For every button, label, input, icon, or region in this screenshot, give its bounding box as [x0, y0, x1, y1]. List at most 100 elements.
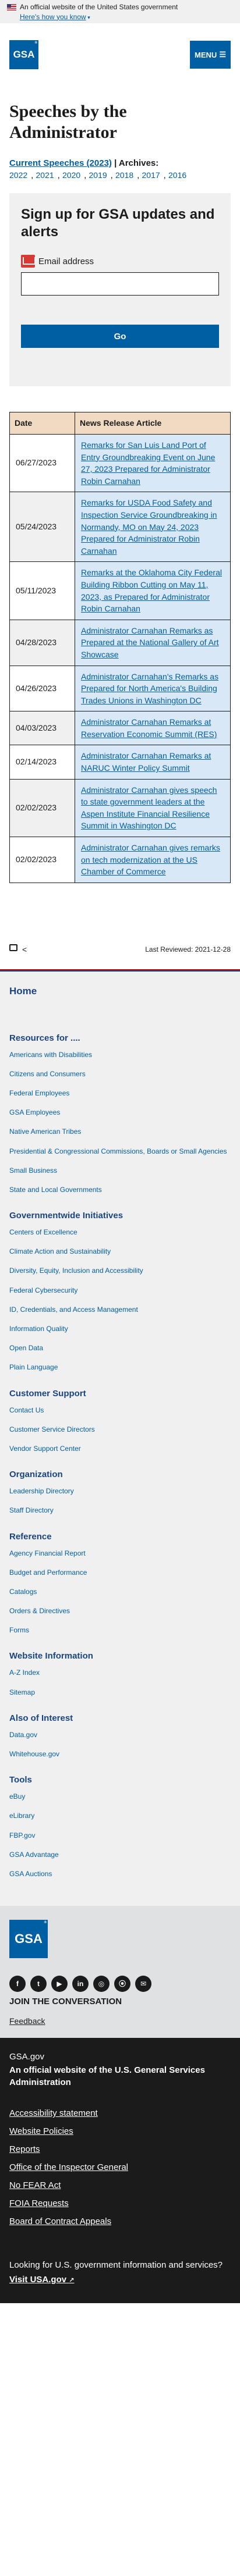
footer-list-item: Citizens and Consumers [9, 1069, 231, 1079]
footer-link[interactable]: State and Local Governments [9, 1186, 102, 1194]
footer-link[interactable]: Federal Employees [9, 1089, 69, 1097]
footer-link[interactable]: GSA Advantage [9, 1851, 59, 1859]
identifier-link[interactable]: Reports [9, 2144, 40, 2154]
footer-link[interactable]: Climate Action and Sustainability [9, 1247, 111, 1255]
menu-icon: ☰ [219, 50, 226, 59]
footer-link[interactable]: Customer Service Directors [9, 1425, 95, 1433]
footer-link[interactable]: Information Quality [9, 1325, 68, 1333]
footer-list-item: Diversity, Equity, Inclusion and Accessi… [9, 1266, 231, 1275]
row-date: 04/03/2023 [9, 711, 75, 746]
linkedin-icon[interactable]: in [72, 1976, 89, 1993]
site-header: GSA MENU☰ [0, 23, 240, 81]
print-icon[interactable] [9, 944, 17, 952]
identifier-link[interactable]: Accessibility statement [9, 2108, 98, 2118]
archive-year-link[interactable]: 2020 [62, 170, 80, 180]
archive-year-link[interactable]: 2018 [115, 170, 133, 180]
rss-icon[interactable]: ⦿ [114, 1976, 130, 1993]
looking-text: Looking for U.S. government information … [9, 2260, 223, 2271]
domain: GSA.gov [9, 2052, 45, 2062]
article-link[interactable]: Administrator Carnahan Remarks at Reserv… [81, 717, 217, 739]
footer-link[interactable]: Vendor Support Center [9, 1444, 81, 1453]
article-link[interactable]: Administrator Carnahan's Remarks as Prep… [81, 672, 218, 705]
archive-year-link[interactable]: 2016 [168, 170, 186, 180]
footer-link[interactable]: GSA Employees [9, 1108, 60, 1116]
heres-how-link[interactable]: Here's how you know [20, 13, 86, 21]
footer-link[interactable]: GSA Auctions [9, 1870, 52, 1878]
archive-year-link[interactable]: 2019 [89, 170, 107, 180]
article-link[interactable]: Administrator Carnahan Remarks as Prepar… [81, 626, 219, 659]
archive-year-link[interactable]: 2017 [142, 170, 160, 180]
footer-link[interactable]: Orders & Directives [9, 1607, 70, 1615]
identifier-link[interactable]: FOIA Requests [9, 2198, 69, 2208]
identifier-link[interactable]: Website Policies [9, 2126, 73, 2136]
feedback-link[interactable]: Feedback [9, 2016, 45, 2027]
footer-link[interactable]: Open Data [9, 1344, 43, 1352]
footer-home-link[interactable]: Home [9, 984, 231, 998]
footer-link[interactable]: Small Business [9, 1166, 57, 1175]
archive-year-link[interactable]: 2022 [9, 170, 27, 180]
footer-link[interactable]: Leadership Directory [9, 1487, 74, 1495]
footer-link[interactable]: Federal Cybersecurity [9, 1286, 77, 1294]
footer-link[interactable]: Americans with Disabilities [9, 1051, 92, 1059]
footer-section-heading: Also of Interest [9, 1713, 73, 1723]
footer-link[interactable]: Presidential & Congressional Commissions… [9, 1147, 227, 1155]
page-title: Speeches by the Administrator [9, 102, 127, 142]
footer-link[interactable]: Staff Directory [9, 1506, 54, 1514]
article-link[interactable]: Administrator Carnahan Remarks at NARUC … [81, 751, 211, 773]
email-icon[interactable]: ✉ [135, 1976, 151, 1993]
article-link[interactable]: Administrator Carnahan gives remarks on … [81, 843, 220, 876]
footer-link[interactable]: Contact Us [9, 1406, 44, 1414]
footer-link[interactable]: eBuy [9, 1792, 25, 1801]
footer-link[interactable]: Catalogs [9, 1588, 37, 1596]
row-article-cell: Remarks at the Oklahoma City Federal Bui… [75, 561, 231, 620]
visit-usagov-link[interactable]: Visit USA.gov ↗ [9, 2273, 74, 2286]
email-field[interactable] [21, 272, 219, 296]
twitter-icon[interactable]: t [30, 1976, 47, 1993]
share-icon[interactable]: < [22, 944, 27, 956]
footer-link[interactable]: A-Z Index [9, 1668, 40, 1677]
table-row: 02/02/2023 Administrator Carnahan gives r… [9, 837, 231, 883]
archive-year-link[interactable]: 2021 [36, 170, 54, 180]
instagram-icon[interactable]: ◎ [93, 1976, 110, 1993]
youtube-icon[interactable]: ▶ [51, 1976, 68, 1993]
article-link[interactable]: Remarks at the Oklahoma City Federal Bui… [81, 568, 222, 613]
footer-list-item: Presidential & Congressional Commissions… [9, 1147, 231, 1156]
table-row: 04/26/2023 Administrator Carnahan's Remar… [9, 665, 231, 712]
footer-link[interactable]: FBP.gov [9, 1831, 35, 1840]
footer-link[interactable]: ID, Credentials, and Access Management [9, 1305, 138, 1314]
go-button[interactable]: Go [21, 325, 219, 348]
footer-list-item: Centers of Excellence [9, 1227, 231, 1237]
footer-link[interactable]: Native American Tribes [9, 1127, 81, 1136]
article-link[interactable]: Administrator Carnahan gives speech to s… [81, 785, 217, 831]
archives-label: | Archives: [111, 158, 159, 168]
menu-button[interactable]: MENU ☰ [190, 41, 231, 69]
footer-link[interactable]: Plain Language [9, 1363, 58, 1371]
footer-list-item: Sitemap [9, 1688, 231, 1697]
identifier-link[interactable]: Office of the Inspector General [9, 2162, 128, 2172]
current-speeches-link[interactable]: Current Speeches (2023) [9, 158, 112, 168]
footer-gsa-logo[interactable]: GSA [9, 1920, 48, 1959]
footer-link[interactable]: Agency Financial Report [9, 1549, 86, 1557]
article-link[interactable]: Remarks for USDA Food Safety and Inspect… [81, 498, 217, 555]
gsa-logo[interactable]: GSA [9, 40, 38, 69]
row-date: 04/28/2023 [9, 619, 75, 666]
article-link[interactable]: Remarks for San Luis Land Port of Entry … [81, 440, 215, 486]
footer-link[interactable]: Whitehouse.gov [9, 1750, 59, 1758]
footer-link[interactable]: Diversity, Equity, Inclusion and Accessi… [9, 1266, 143, 1275]
identifier-link[interactable]: Board of Contract Appeals [9, 2216, 111, 2226]
footer-link[interactable]: Citizens and Consumers [9, 1070, 86, 1078]
footer-link[interactable]: eLibrary [9, 1812, 34, 1820]
footer-section-heading: Organization [9, 1470, 63, 1480]
facebook-icon[interactable]: f [9, 1976, 26, 1993]
footer-link[interactable]: Budget and Performance [9, 1568, 87, 1577]
table-row: 02/02/2023 Administrator Carnahan gives s… [9, 778, 231, 838]
footer-link[interactable]: Centers of Excellence [9, 1228, 77, 1236]
footer-list-item: Orders & Directives [9, 1606, 231, 1616]
footer-link[interactable]: Sitemap [9, 1688, 35, 1696]
identifier-link[interactable]: No FEAR Act [9, 2180, 61, 2190]
footer-link[interactable]: Data.gov [9, 1731, 37, 1739]
footer-list-item: Forms [9, 1625, 231, 1635]
footer-link[interactable]: Forms [9, 1626, 29, 1634]
date-header: Date [9, 412, 75, 435]
footer-section-heading: Tools [9, 1775, 32, 1785]
